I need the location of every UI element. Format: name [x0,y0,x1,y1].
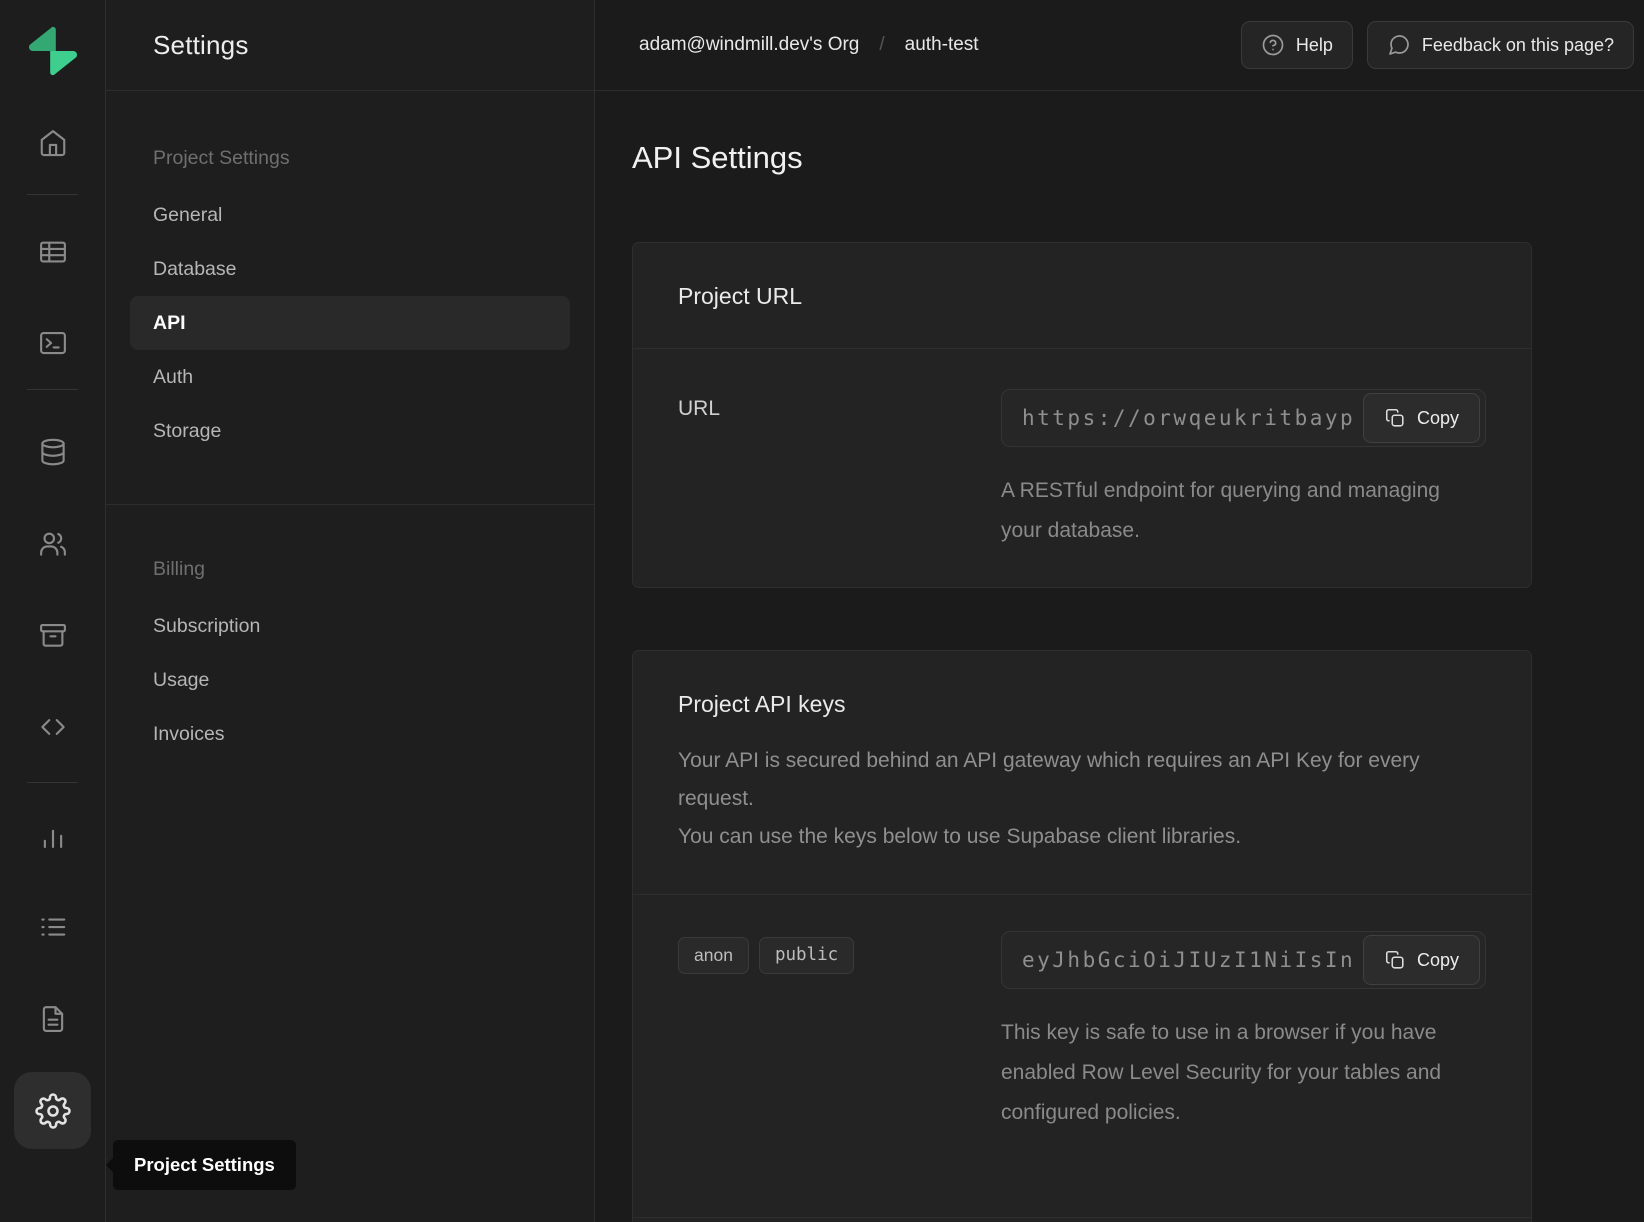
help-button-label: Help [1296,35,1333,56]
url-row-content: https://orwqeukritbayp Copy A RESTful en… [1001,389,1486,551]
supabase-logo-icon[interactable] [27,25,79,77]
project-url-card: Project URL URL https://orwqeukritbayp C… [632,242,1532,588]
breadcrumb-separator: / [879,34,884,56]
project-settings-gear-icon[interactable] [14,1072,91,1149]
api-keys-card-title: Project API keys [678,691,1486,718]
next-key-row-stub [633,1218,1531,1222]
sidebar-item-invoices[interactable]: Invoices [106,707,594,761]
feedback-button-label: Feedback on this page? [1422,35,1614,56]
project-url-value: https://orwqeukritbayp [1022,406,1355,430]
main-content: API Settings Project URL URL https://orw… [595,92,1644,1222]
key-badges: anon public [678,931,1001,974]
api-keys-intro-line2: You can use the keys below to use Supaba… [678,825,1241,848]
header-buttons: Help Feedback on this page? [1241,21,1634,69]
authentication-users-icon[interactable] [38,529,68,559]
project-api-keys-card: Project API keys Your API is secured beh… [632,650,1532,1222]
breadcrumb-org[interactable]: adam@windmill.dev's Org [639,34,859,56]
table-editor-icon[interactable] [38,237,68,267]
page-title: API Settings [632,140,1644,176]
url-row: URL https://orwqeukritbayp Copy A RESTfu… [633,349,1531,587]
anon-key-row: anon public eyJhbGciOiJIUzI1NiIsIn Copy … [633,895,1531,1217]
sidebar-item-api[interactable]: API [130,296,570,350]
public-badge: public [759,937,854,974]
database-icon[interactable] [38,437,68,467]
sidebar-item-auth[interactable]: Auth [106,350,594,404]
home-icon[interactable] [38,128,68,158]
sidebar-item-usage[interactable]: Usage [106,653,594,707]
url-row-left: URL [678,389,1001,551]
project-settings-tooltip: Project Settings [113,1140,296,1190]
copy-anon-key-button-label: Copy [1417,950,1459,971]
api-keys-intro-line1: Your API is secured behind an API gatewa… [678,749,1420,810]
copy-anon-key-button[interactable]: Copy [1363,935,1480,985]
help-circle-icon [1261,33,1285,57]
anon-key-description: This key is safe to use in a browser if … [1001,1013,1486,1133]
copy-icon [1384,949,1406,971]
settings-nav: Project Settings General Database API Au… [106,91,594,761]
api-keys-intro: Your API is secured behind an API gatewa… [678,742,1478,856]
api-docs-file-icon[interactable] [38,1004,68,1034]
section-header-project-settings: Project Settings [106,136,594,180]
anon-key-input[interactable]: eyJhbGciOiJIUzI1NiIsIn Copy [1001,931,1486,989]
project-url-card-header: Project URL [633,243,1531,348]
copy-url-button-label: Copy [1417,408,1459,429]
settings-sidebar: Settings Project Settings General Databa… [106,0,595,1222]
api-keys-card-header: Project API keys Your API is secured beh… [633,651,1531,894]
sidebar-item-storage[interactable]: Storage [106,404,594,458]
sidebar-divider [106,504,594,505]
edge-functions-icon[interactable] [38,712,68,742]
sidebar-title: Settings [153,30,249,61]
url-description: A RESTful endpoint for querying and mana… [1001,471,1461,551]
anon-key-value: eyJhbGciOiJIUzI1NiIsIn [1022,948,1355,972]
section-header-billing: Billing [106,547,594,591]
anon-key-row-content: eyJhbGciOiJIUzI1NiIsIn Copy This key is … [1001,931,1486,1133]
help-button[interactable]: Help [1241,21,1353,69]
anon-badge: anon [678,937,749,974]
feedback-button[interactable]: Feedback on this page? [1367,21,1634,69]
breadcrumb-project[interactable]: auth-test [905,34,979,56]
storage-icon[interactable] [38,620,68,650]
rail-divider [27,194,78,195]
rail-divider [27,389,78,390]
project-url-input[interactable]: https://orwqeukritbayp Copy [1001,389,1486,447]
url-label: URL [678,389,1001,421]
logs-list-icon[interactable] [38,912,68,942]
icon-rail [0,0,106,1222]
project-url-card-title: Project URL [678,283,1486,310]
copy-url-button[interactable]: Copy [1363,393,1480,443]
reports-chart-icon[interactable] [38,822,68,852]
sidebar-item-database[interactable]: Database [106,242,594,296]
speech-bubble-icon [1387,33,1411,57]
sidebar-item-general[interactable]: General [106,188,594,242]
anon-key-row-left: anon public [678,931,1001,1133]
sidebar-item-subscription[interactable]: Subscription [106,599,594,653]
sql-editor-icon[interactable] [38,328,68,358]
rail-divider [27,782,78,783]
copy-icon [1384,407,1406,429]
top-header: adam@windmill.dev's Org / auth-test Help… [595,0,1644,91]
sidebar-header: Settings [106,0,594,91]
